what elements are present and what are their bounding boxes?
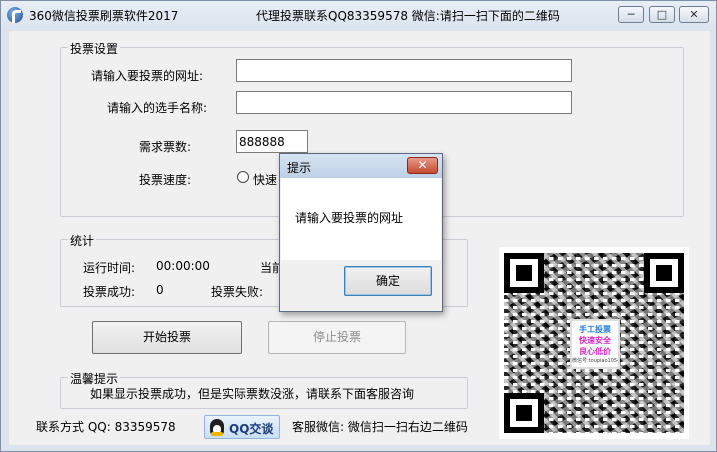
main-window: 360微信投票刷票软件2017 代理投票联系QQ83359578 微信:请扫一扫… xyxy=(0,0,717,452)
badge-line-3: 良心低价 xyxy=(579,347,611,356)
speed-fast-radio[interactable] xyxy=(237,171,249,183)
dialog-title: 提示 xyxy=(287,161,312,175)
wechat-contact-text: 客服微信: 微信扫一扫右边二维码 xyxy=(292,420,468,434)
minimize-icon: ─ xyxy=(627,8,635,21)
start-vote-button[interactable]: 开始投票 xyxy=(92,321,242,354)
candidate-input[interactable] xyxy=(236,91,572,114)
window-title: 360微信投票刷票软件2017 xyxy=(29,9,179,23)
success-label: 投票成功: xyxy=(83,285,136,299)
vote-settings-legend: 投票设置 xyxy=(68,40,121,57)
app-logo-icon xyxy=(7,7,23,23)
votes-input[interactable] xyxy=(236,130,308,153)
qr-pattern: 手工投票 快速安全 良心低价 微信号:toupiao10543 xyxy=(504,253,684,433)
qr-finder-top-left xyxy=(504,253,544,293)
url-label: 请输入要投票的网址: xyxy=(91,69,204,83)
speed-label: 投票速度: xyxy=(139,173,192,187)
title-bar[interactable]: 360微信投票刷票软件2017 代理投票联系QQ83359578 微信:请扫一扫… xyxy=(1,1,716,29)
dialog-ok-button[interactable]: 确定 xyxy=(344,266,432,296)
speed-fast-label: 快速 xyxy=(253,173,278,187)
title-notice: 代理投票联系QQ83359578 微信:请扫一扫下面的二维码 xyxy=(256,9,560,23)
fail-label: 投票失败: xyxy=(211,285,264,299)
qq-chat-button[interactable]: QQ交谈 xyxy=(204,415,280,439)
qr-finder-bottom-left xyxy=(504,393,544,433)
qq-penguin-icon xyxy=(210,419,224,436)
badge-line-4: 微信号:toupiao10543 xyxy=(572,358,618,364)
maximize-icon: □ xyxy=(656,8,668,21)
qr-finder-top-right xyxy=(644,253,684,293)
minimize-button[interactable]: ─ xyxy=(618,6,644,23)
votes-label: 需求票数: xyxy=(139,140,192,154)
wechat-qr-code: 手工投票 快速安全 良心低价 微信号:toupiao10543 xyxy=(499,247,689,439)
close-icon: ✕ xyxy=(417,158,428,172)
dialog-body: 请输入要投票的网址 xyxy=(281,178,441,260)
runtime-value: 00:00:00 xyxy=(156,259,210,273)
contact-qq-text: 联系方式 QQ: 83359578 xyxy=(36,420,176,434)
stop-vote-button[interactable]: 停止投票 xyxy=(268,321,406,354)
qr-center-badge: 手工投票 快速安全 良心低价 微信号:toupiao10543 xyxy=(570,319,620,369)
dialog-close-button[interactable]: ✕ xyxy=(407,157,438,174)
url-input[interactable] xyxy=(236,59,572,82)
badge-line-1: 手工投票 xyxy=(579,325,611,334)
tips-text: 如果显示投票成功，但是实际票数没涨，请联系下面客服咨询 xyxy=(90,387,415,401)
candidate-label: 请输入的选手名称: xyxy=(107,101,208,115)
maximize-button[interactable]: □ xyxy=(649,6,675,23)
stats-legend: 统计 xyxy=(68,232,97,249)
close-button[interactable]: ✕ xyxy=(679,6,709,23)
dialog-title-bar[interactable]: 提示 ✕ xyxy=(280,154,442,178)
dialog-message: 请输入要投票的网址 xyxy=(295,211,404,225)
close-icon: ✕ xyxy=(689,8,699,21)
badge-line-2: 快速安全 xyxy=(579,336,611,345)
runtime-label: 运行时间: xyxy=(83,261,136,275)
prompt-dialog: 提示 ✕ 请输入要投票的网址 确定 xyxy=(279,153,443,312)
success-value: 0 xyxy=(156,283,164,297)
qq-chat-label: QQ交谈 xyxy=(229,422,274,436)
